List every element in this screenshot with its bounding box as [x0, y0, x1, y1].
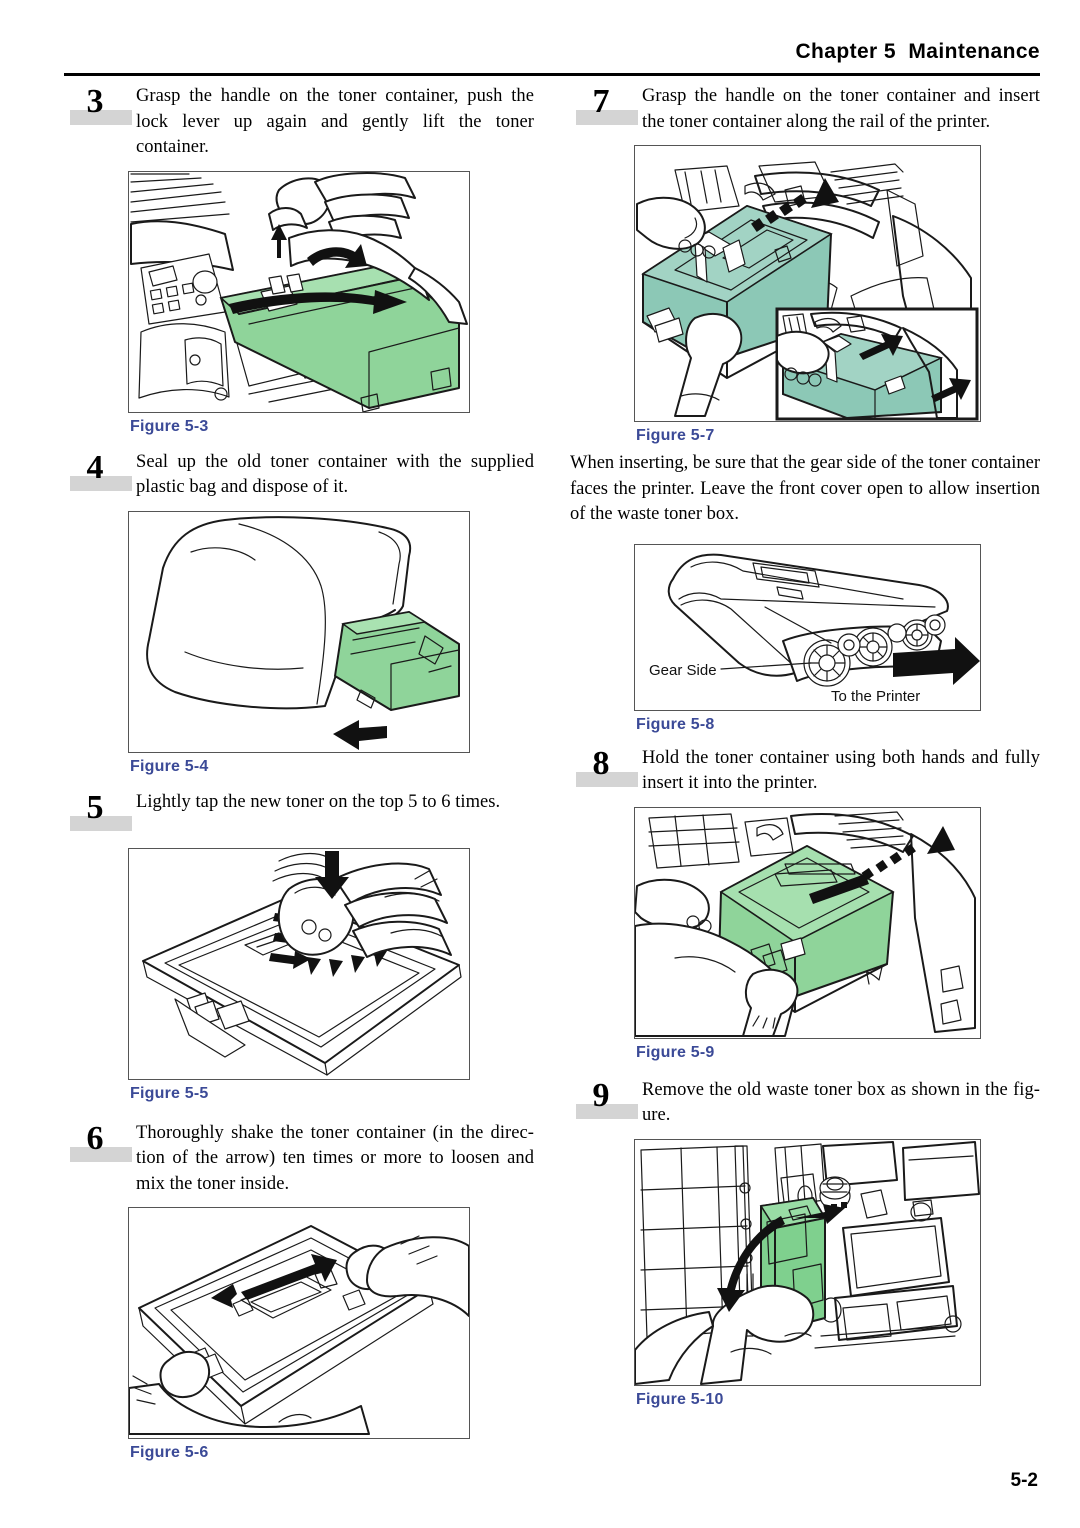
left-column: 3 Grasp the handle on the toner containe… — [64, 83, 534, 1464]
figure-5-7: Figure 5-7 — [634, 145, 1040, 445]
step-5-text: Lightly tap the new toner on the top 5 t… — [136, 791, 501, 812]
step-6-head: 6 Thoroughly shake the toner container (… — [64, 1119, 534, 1198]
figure-5-10: Figure 5-10 — [634, 1138, 1040, 1409]
illus-bag-with-toner — [129, 511, 469, 752]
figure-5-5-image — [128, 847, 470, 1080]
figure-5-9-caption: Figure 5-9 — [636, 1043, 715, 1061]
step-8: 8 Hold the toner container using both ha… — [570, 744, 1040, 1062]
step-6-text: Thoroughly shake the toner container (in… — [136, 1122, 534, 1194]
step-9: 9 Remove the old waste toner box as show… — [570, 1076, 1040, 1409]
figure-5-9: Figure 5-9 — [634, 806, 1040, 1062]
illus-remove-waste-toner-box — [635, 1139, 980, 1385]
step-7-text: Grasp the handle on the toner container … — [642, 86, 1040, 132]
step-9-head: 9 Remove the old waste toner box as show… — [570, 1076, 1040, 1129]
figure-5-8-caption: Figure 5-8 — [636, 715, 715, 733]
figure-5-3-caption: Figure 5-3 — [130, 417, 209, 435]
figure-5-5: Figure 5-5 — [128, 847, 534, 1103]
header-title: Chapter 5 Maintenance — [795, 40, 1040, 63]
step-5-number-badge: 5 — [64, 788, 136, 836]
step-5-number: 5 — [86, 788, 104, 826]
step-3-text: Grasp the handle on the toner container,… — [136, 86, 534, 157]
step-9-number-badge: 9 — [570, 1076, 642, 1124]
figure-5-8-image: Gear Side To the Printer — [634, 543, 981, 711]
step-4-number: 4 — [86, 448, 104, 486]
page-number: 5-2 — [1010, 1470, 1038, 1491]
right-column: 7 Grasp the handle on the toner containe… — [570, 83, 1040, 1411]
to-the-printer-label: To the Printer — [831, 688, 920, 705]
step-3-number-badge: 3 — [64, 83, 136, 130]
step-8-number: 8 — [592, 744, 610, 782]
figure-5-3: Figure 5-3 — [128, 170, 534, 436]
header-rule — [64, 73, 1040, 76]
figure-5-5-caption: Figure 5-5 — [130, 1084, 209, 1102]
figure-5-4-image — [128, 510, 470, 753]
figure-5-3-image — [128, 170, 470, 413]
figure-5-7-caption: Figure 5-7 — [636, 427, 715, 444]
figure-5-6: Figure 5-6 — [128, 1207, 534, 1462]
figure-5-10-image — [634, 1138, 981, 1386]
step-3-head: 3 Grasp the handle on the toner containe… — [64, 83, 534, 161]
step-3-number: 3 — [86, 83, 104, 120]
step-9-text: Remove the old waste toner box as shown … — [642, 1079, 1040, 1126]
illus-insert-both-hands — [635, 807, 980, 1038]
figure-5-8: Gear Side To the Printer Figure 5-8 — [634, 543, 1040, 734]
step-6-number: 6 — [86, 1119, 104, 1157]
figure-5-4: Figure 5-4 — [128, 510, 534, 776]
illus-shake-toner — [129, 1208, 469, 1438]
step-4: 4 Seal up the old toner container with t… — [64, 448, 534, 776]
illus-tap-toner-top — [129, 848, 469, 1079]
figure-5-10-caption: Figure 5-10 — [636, 1390, 724, 1408]
illus-gear-side-detail: Gear Side To the Printer — [635, 544, 980, 710]
step-4-head: 4 Seal up the old toner container with t… — [64, 448, 534, 501]
illus-printer-lift-toner — [129, 171, 469, 412]
step-5: 5 Lightly tap the new toner on the top 5… — [64, 789, 534, 1103]
illus-insert-toner-rail — [635, 146, 980, 421]
figure-5-7-image — [634, 145, 981, 422]
step-8-number-badge: 8 — [570, 744, 642, 792]
figure-5-6-caption: Figure 5-6 — [130, 1444, 209, 1461]
figure-5-4-caption: Figure 5-4 — [130, 757, 209, 775]
step-5-head: 5 Lightly tap the new toner on the top 5… — [64, 789, 534, 831]
step-7-number-badge: 7 — [570, 83, 642, 130]
step-6: 6 Thoroughly shake the toner container (… — [64, 1119, 534, 1463]
page-header: Chapter 5 Maintenance — [64, 40, 1040, 74]
step-7-number: 7 — [592, 83, 610, 120]
step-3: 3 Grasp the handle on the toner containe… — [64, 83, 534, 436]
document-page: Chapter 5 Maintenance 3 Grasp the handle… — [0, 0, 1080, 1528]
step-8-text: Hold the toner container using both hand… — [642, 747, 1040, 794]
step-9-number: 9 — [592, 1076, 610, 1114]
step-4-number-badge: 4 — [64, 448, 136, 496]
step-8-head: 8 Hold the toner container using both ha… — [570, 744, 1040, 797]
step-7: 7 Grasp the handle on the toner containe… — [570, 83, 1040, 445]
step-4-text: Seal up the old toner container with the… — [136, 451, 534, 498]
figure-5-6-image — [128, 1207, 470, 1439]
step-6-number-badge: 6 — [64, 1119, 136, 1167]
step-7-head: 7 Grasp the handle on the toner containe… — [570, 83, 1040, 135]
figure-5-9-image — [634, 806, 981, 1039]
insert-note-paragraph: When inserting, be sure that the gear si… — [570, 453, 1040, 524]
gear-side-label: Gear Side — [649, 662, 717, 679]
